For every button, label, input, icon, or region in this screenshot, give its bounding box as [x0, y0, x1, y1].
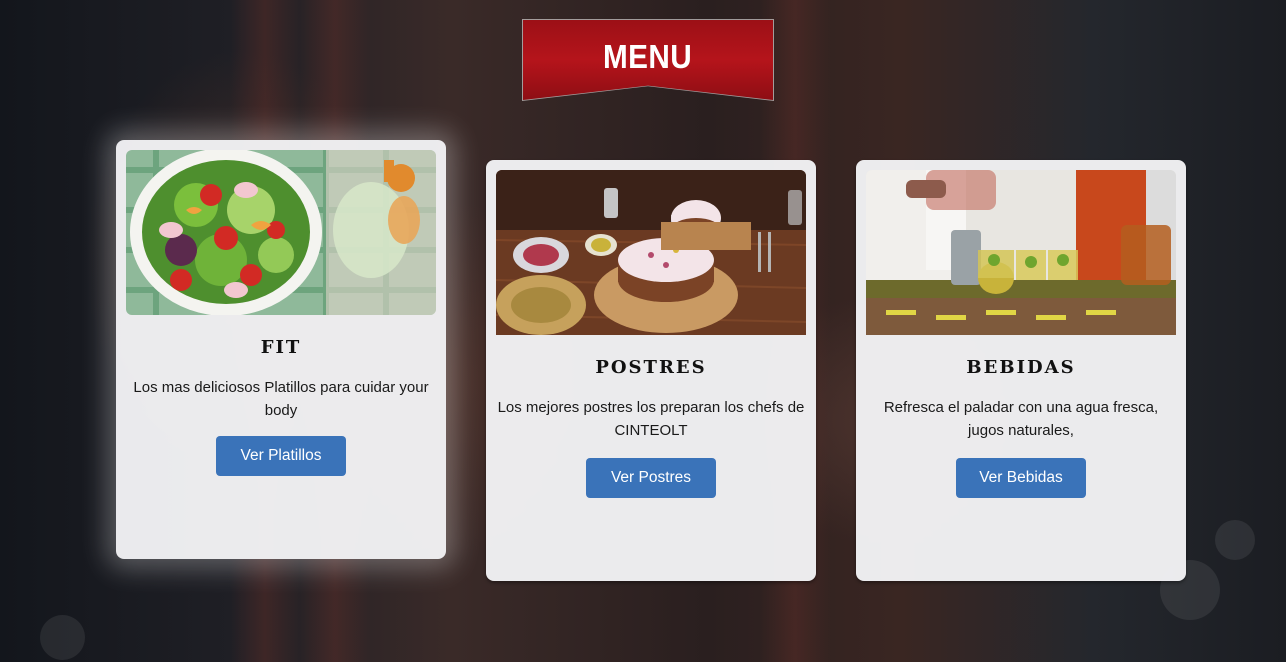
menu-card-bebidas: BEBIDAS Refresca el paladar con una agua… [856, 160, 1186, 581]
cake-dessert-image [496, 170, 806, 335]
card-description: Los mejores postres los preparan los che… [497, 399, 805, 439]
menu-card-postres: POSTRES Los mejores postres los preparan… [486, 160, 816, 581]
background-bokeh [40, 615, 85, 660]
card-description: Refresca el paladar con una agua fresca,… [883, 399, 1159, 439]
page-title: MENU [603, 38, 693, 75]
card-title: FIT [260, 337, 302, 358]
salad-bowl-image [126, 150, 436, 315]
ver-postres-button[interactable]: Ver Postres [586, 458, 716, 498]
menu-card-fit: FIT Los mas deliciosos Platillos para cu… [116, 140, 446, 559]
card-title: BEBIDAS [966, 357, 1076, 378]
menu-ribbon: MENU [523, 20, 773, 100]
card-description: Los mas deliciosos Platillos para cuidar… [133, 379, 429, 419]
background-bokeh [1215, 520, 1255, 560]
card-title: POSTRES [595, 357, 707, 378]
ver-bebidas-button[interactable]: Ver Bebidas [956, 458, 1086, 498]
drinks-bar-image [866, 170, 1176, 335]
ver-platillos-button[interactable]: Ver Platillos [216, 436, 346, 476]
